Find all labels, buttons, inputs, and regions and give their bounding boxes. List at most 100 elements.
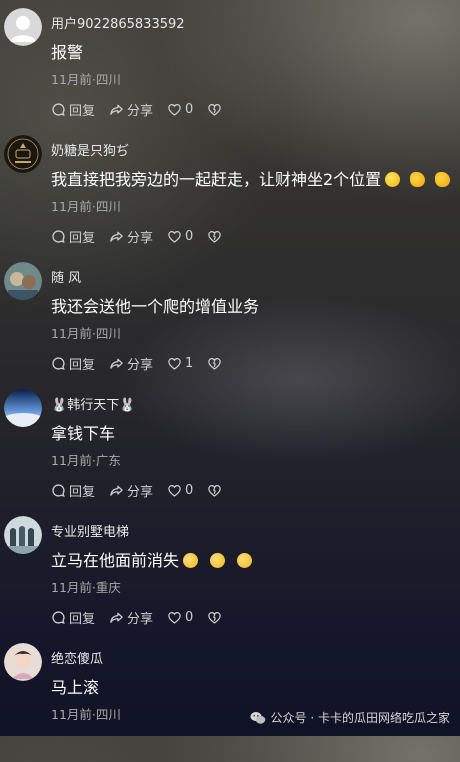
avatar[interactable]	[4, 389, 42, 427]
reply-icon	[52, 610, 65, 624]
share-arrow-icon	[110, 358, 123, 369]
broken-heart-icon	[208, 484, 222, 497]
share-label: 分享	[127, 103, 154, 119]
username[interactable]: 奶糖是只狗ぢ	[51, 140, 129, 159]
comment-actions: 回复 分享 0	[51, 481, 239, 500]
dislike-button[interactable]	[207, 483, 225, 498]
dislike-button[interactable]	[207, 610, 225, 625]
username[interactable]: 🐰韩行天下🐰	[51, 394, 135, 413]
heart-icon	[168, 230, 181, 243]
avatar[interactable]	[4, 135, 42, 173]
like-button[interactable]: 0	[167, 483, 193, 498]
share-button[interactable]: 分享	[109, 608, 153, 627]
reply-label: 回复	[69, 230, 96, 246]
rofl-emoji-icon	[385, 172, 401, 187]
like-button[interactable]: 0	[167, 229, 193, 244]
grin-emoji-icon	[237, 553, 253, 568]
comment-item: 🐰韩行天下🐰 拿钱下车 11月前·广东 回复 分享 0	[0, 381, 460, 508]
reply-button[interactable]: 回复	[51, 481, 95, 500]
comment-text: 立马在他面前消失	[51, 547, 253, 571]
watermark-text: 公众号 · 卡卡的瓜田网络吃瓜之家	[270, 711, 450, 725]
earth-avatar-icon	[4, 389, 42, 427]
dislike-button[interactable]	[207, 356, 225, 371]
avatar[interactable]	[4, 516, 42, 554]
share-arrow-icon	[110, 612, 123, 623]
like-count: 0	[185, 609, 194, 625]
comment-meta: 11月前·四川	[51, 72, 121, 87]
reply-label: 回复	[69, 611, 96, 627]
comment-item: 奶糖是只狗ぢ 我直接把我旁边的一起赶走，让财神坐2个位置 11月前·四川 回复 …	[0, 127, 460, 254]
reply-button[interactable]: 回复	[51, 608, 95, 627]
avatar[interactable]	[4, 8, 42, 46]
username[interactable]: 随 风	[51, 267, 81, 286]
like-count: 0	[185, 228, 194, 244]
clap-emoji-icon	[410, 172, 426, 187]
avatar[interactable]	[4, 643, 42, 681]
watermark: 公众号 · 卡卡的瓜田网络吃瓜之家	[250, 709, 450, 726]
like-button[interactable]: 0	[167, 610, 193, 625]
heart-icon	[168, 103, 181, 116]
comment-text: 拿钱下车	[51, 424, 116, 443]
comment-actions: 回复 分享 0	[51, 100, 239, 119]
default-avatar-icon	[4, 8, 42, 46]
share-label: 分享	[127, 611, 154, 627]
share-arrow-icon	[110, 485, 123, 496]
dislike-button[interactable]	[207, 229, 225, 244]
like-count: 1	[185, 355, 194, 371]
wechat-icon	[250, 711, 265, 724]
username[interactable]: 用户9022865833592	[51, 13, 185, 32]
share-label: 分享	[127, 484, 154, 500]
comment-text: 我直接把我旁边的一起赶走，让财神坐2个位置	[51, 166, 451, 190]
rabbit-icon: 🐰	[119, 398, 136, 413]
comment-item: 随 风 我还会送他一个爬的增值业务 11月前·四川 回复 分享 1	[0, 254, 460, 381]
share-button[interactable]: 分享	[109, 227, 153, 246]
comment-text: 马上滚	[51, 678, 100, 697]
comment-text: 我还会送他一个爬的增值业务	[51, 297, 260, 316]
comment-actions: 回复 分享 0	[51, 608, 239, 627]
rabbit-icon: 🐰	[51, 398, 68, 413]
avatar[interactable]	[4, 262, 42, 300]
like-count: 0	[185, 482, 194, 498]
reply-icon	[52, 229, 65, 243]
share-button[interactable]: 分享	[109, 481, 153, 500]
heart-icon	[168, 484, 181, 497]
grin-emoji-icon	[183, 553, 199, 568]
reply-button[interactable]: 回复	[51, 227, 95, 246]
dislike-button[interactable]	[207, 102, 225, 117]
reply-button[interactable]: 回复	[51, 354, 95, 373]
photo-avatar-icon	[4, 643, 42, 681]
comment-meta: 11月前·四川	[51, 707, 121, 722]
broken-heart-icon	[208, 611, 222, 624]
grin-emoji-icon	[210, 553, 226, 568]
comment-text: 报警	[51, 43, 84, 62]
comment-meta: 11月前·广东	[51, 453, 121, 468]
username[interactable]: 专业别墅电梯	[51, 521, 129, 540]
reply-icon	[52, 483, 65, 497]
share-label: 分享	[127, 357, 154, 373]
heart-icon	[168, 611, 181, 624]
reply-button[interactable]: 回复	[51, 100, 95, 119]
comment-meta: 11月前·四川	[51, 199, 121, 214]
share-label: 分享	[127, 230, 154, 246]
broken-heart-icon	[208, 357, 222, 370]
username-text: 韩行天下	[67, 398, 120, 413]
share-button[interactable]: 分享	[109, 354, 153, 373]
elevator-photo-avatar-icon	[4, 516, 42, 554]
reply-icon	[52, 102, 65, 116]
comment-item: 用户9022865833592 报警 11月前·四川 回复 分享 0	[0, 0, 460, 127]
photo-avatar-icon	[4, 262, 42, 300]
reply-icon	[52, 356, 65, 370]
reply-label: 回复	[69, 103, 96, 119]
comment-item: 专业别墅电梯 立马在他面前消失 11月前·重庆 回复 分享 0	[0, 508, 460, 635]
clap-emoji-icon	[435, 172, 451, 187]
like-button[interactable]: 1	[167, 356, 193, 371]
comment-item: 绝恋傻瓜 马上滚 11月前·四川	[0, 635, 460, 762]
brand-logo-avatar-icon	[4, 135, 42, 173]
share-arrow-icon	[110, 104, 123, 115]
like-button[interactable]: 0	[167, 102, 193, 117]
username[interactable]: 绝恋傻瓜	[51, 648, 103, 667]
comment-meta: 11月前·四川	[51, 326, 121, 341]
comment-actions: 回复 分享 0	[51, 227, 239, 246]
like-count: 0	[185, 101, 194, 117]
share-button[interactable]: 分享	[109, 100, 153, 119]
